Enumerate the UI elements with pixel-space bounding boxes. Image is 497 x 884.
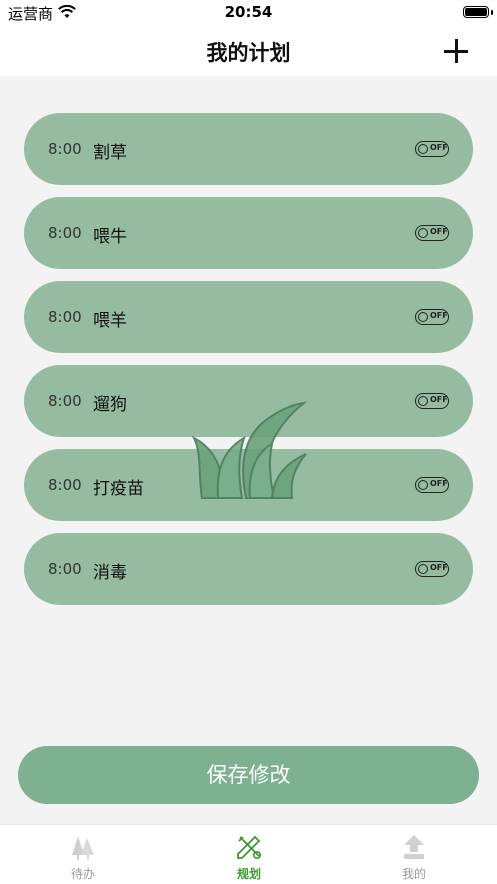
plan-toggle[interactable]: OFF xyxy=(415,309,449,325)
toggle-state-label: OFF xyxy=(430,479,448,488)
plan-toggle[interactable]: OFF xyxy=(415,477,449,493)
plan-toggle[interactable]: OFF xyxy=(415,393,449,409)
trees-icon xyxy=(72,836,94,860)
battery-icon xyxy=(463,6,489,18)
plan-name: 喂羊 xyxy=(93,311,127,331)
status-time: 20:54 xyxy=(224,3,273,21)
status-bar: 运营商 20:54 xyxy=(0,0,497,26)
design-tools-icon xyxy=(237,835,261,859)
plan-name: 遛狗 xyxy=(93,395,127,415)
plan-name: 消毒 xyxy=(93,563,127,583)
tab-todo-label: 待办 xyxy=(70,867,95,881)
toggle-state-label: OFF xyxy=(430,311,448,320)
plan-time: 8:00 xyxy=(48,140,82,158)
plan-time: 8:00 xyxy=(48,476,82,494)
plan-name: 喂牛 xyxy=(93,227,127,247)
battery-tip xyxy=(491,10,493,15)
toggle-state-label: OFF xyxy=(430,143,448,152)
plan-toggle[interactable]: OFF xyxy=(415,225,449,241)
plan-name: 打疫苗 xyxy=(93,479,144,499)
add-plan-button[interactable] xyxy=(441,36,471,66)
tab-todo[interactable]: 待办 xyxy=(23,825,143,884)
plan-toggle[interactable]: OFF xyxy=(415,141,449,157)
tab-mine-label: 我的 xyxy=(401,867,426,881)
plan-time: 8:00 xyxy=(48,224,82,242)
plan-item[interactable]: 8:00 喂羊 OFF xyxy=(24,281,473,353)
toggle-knob xyxy=(417,479,428,490)
plan-time: 8:00 xyxy=(48,560,82,578)
toggle-knob xyxy=(417,395,428,406)
plan-item[interactable]: 8:00 消毒 OFF xyxy=(24,533,473,605)
plan-list: 8:00 割草 OFF 8:00 喂牛 OFF 8:00 喂羊 OFF 8:00 遛狗 OFF 8:00… xyxy=(24,113,473,617)
toggle-knob xyxy=(417,311,428,322)
upload-user-icon xyxy=(404,835,424,859)
tab-planning-label: 规划 xyxy=(236,867,261,881)
plan-time: 8:00 xyxy=(48,308,82,326)
tab-bar: 待办 规划 我的 xyxy=(0,824,497,884)
tab-mine[interactable]: 我的 xyxy=(354,825,474,884)
page-title: 我的计划 xyxy=(206,41,291,65)
save-button[interactable]: 保存修改 xyxy=(18,746,479,804)
tab-planning[interactable]: 规划 xyxy=(189,825,309,884)
plan-time: 8:00 xyxy=(48,392,82,410)
toggle-knob xyxy=(417,563,428,574)
plan-item[interactable]: 8:00 割草 OFF xyxy=(24,113,473,185)
toggle-knob xyxy=(417,227,428,238)
plan-toggle[interactable]: OFF xyxy=(415,561,449,577)
toggle-state-label: OFF xyxy=(430,395,448,404)
toggle-state-label: OFF xyxy=(430,563,448,572)
grass-watermark-icon xyxy=(191,401,308,499)
nav-bar: 我的计划 xyxy=(0,26,497,76)
toggle-state-label: OFF xyxy=(430,227,448,236)
plan-name: 割草 xyxy=(93,143,127,163)
plan-item[interactable]: 8:00 喂牛 OFF xyxy=(24,197,473,269)
toggle-knob xyxy=(417,143,428,154)
